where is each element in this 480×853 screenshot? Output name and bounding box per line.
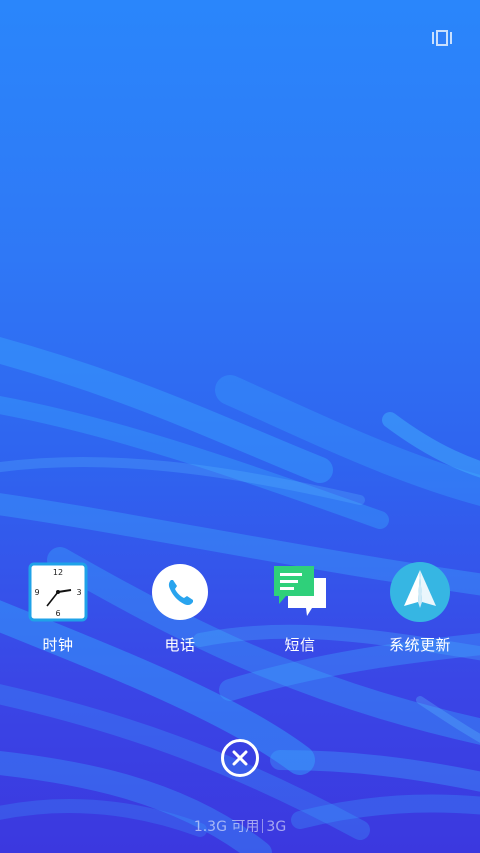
clock-numeral-3: 3	[76, 588, 81, 597]
clock-numeral-9: 9	[34, 588, 39, 597]
app-system-update[interactable]: 系统更新	[370, 562, 470, 655]
recents-screen: 12 3 6 9 时钟 电话 短信 系统更新 1.3G 可用 3G	[0, 0, 480, 853]
multi-window-icon[interactable]	[432, 30, 452, 46]
memory-total: 3G	[266, 819, 287, 835]
clock-icon: 12 3 6 9	[28, 562, 88, 622]
memory-status: 1.3G 可用 3G	[0, 816, 480, 836]
wallpaper	[0, 337, 480, 853]
phone-icon	[150, 562, 210, 622]
close-icon	[232, 750, 248, 766]
clear-all-button[interactable]	[221, 739, 259, 777]
paper-plane-icon	[390, 562, 450, 622]
app-row: 12 3 6 9 时钟 电话 短信 系统更新	[0, 562, 480, 662]
app-label-messages: 短信	[284, 636, 316, 654]
app-label-system-update: 系统更新	[388, 636, 451, 654]
app-messages[interactable]: 短信	[250, 562, 350, 655]
app-label-phone: 电话	[164, 636, 196, 654]
app-phone[interactable]: 电话	[130, 562, 230, 655]
clock-numeral-6: 6	[55, 609, 60, 618]
messages-icon	[270, 562, 330, 622]
clock-numeral-12: 12	[53, 568, 63, 577]
memory-available: 1.3G 可用	[193, 819, 260, 835]
memory-divider	[262, 819, 264, 833]
app-clock[interactable]: 12 3 6 9 时钟	[8, 562, 108, 655]
app-label-clock: 时钟	[42, 636, 74, 654]
